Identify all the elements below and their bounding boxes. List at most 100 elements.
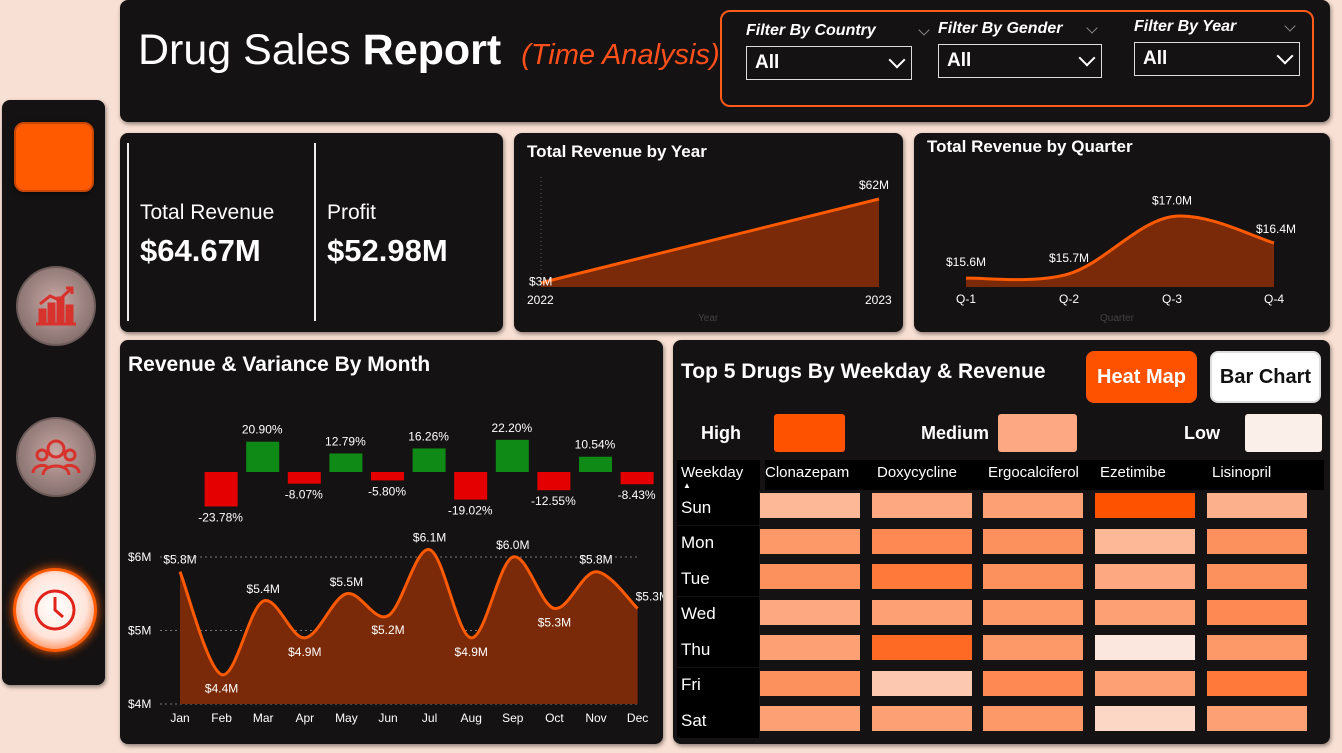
variance-bar xyxy=(246,441,280,472)
revenue-by-quarter-chart: Total Revenue by Quarter $15.6M Q-1 $15.7M… xyxy=(914,133,1330,332)
x-tick-label: 2023 xyxy=(865,293,892,307)
x-tick-label: Jul xyxy=(422,711,437,725)
heatmap-cell xyxy=(983,493,1083,518)
heatmap-cell xyxy=(872,599,972,625)
top-drugs-heatmap: Top 5 Drugs By Weekday & Revenue Heat Ma… xyxy=(673,340,1330,744)
x-tick-label: Sep xyxy=(502,711,524,725)
x-tick-label: Jan xyxy=(170,711,189,725)
x-tick-label: Q-4 xyxy=(1264,292,1284,306)
year-chart-svg: $3M 2022 $62M 2023 Year xyxy=(527,177,892,324)
nav-home-button[interactable] xyxy=(14,122,94,192)
data-label: $5.4M xyxy=(247,582,280,596)
divider xyxy=(314,143,316,321)
x-tick-label: Apr xyxy=(295,711,314,725)
data-label: $15.6M xyxy=(946,255,986,269)
heatmap-cell xyxy=(983,528,1083,554)
data-label: $62M xyxy=(859,178,889,192)
row-label: Sat xyxy=(677,703,759,738)
filters-panel: Filter By Country All Filter By Gender A… xyxy=(720,10,1314,107)
x-tick-label: May xyxy=(335,711,358,725)
variance-bar xyxy=(537,472,571,491)
heatmap-cell xyxy=(1095,706,1195,731)
title-normal: Drug Sales xyxy=(138,26,351,74)
heatmap-cell xyxy=(1095,599,1195,625)
data-label: $5.3M xyxy=(538,615,571,629)
nav-users-button[interactable] xyxy=(16,417,96,497)
variance-bar xyxy=(620,472,654,485)
row-label: Mon xyxy=(677,525,759,561)
title-subtitle: (Time Analysis) xyxy=(521,39,720,71)
data-label: $5.8M xyxy=(163,553,196,567)
bar-chart-button[interactable]: Bar Chart xyxy=(1210,351,1321,403)
variance-bar xyxy=(371,472,404,481)
profit-value: $52.98M xyxy=(327,233,448,268)
variance-label: 22.20% xyxy=(491,421,532,435)
x-tick-label: Oct xyxy=(545,711,564,725)
heatmap-cell xyxy=(760,528,860,554)
x-tick-label: Q-1 xyxy=(956,292,976,306)
variance-label: -12.55% xyxy=(531,494,576,508)
x-axis-label: Quarter xyxy=(1100,313,1135,324)
filter-year: Filter By Year All xyxy=(1134,18,1300,76)
data-label: $17.0M xyxy=(1152,194,1192,208)
data-label: $6.0M xyxy=(496,538,529,552)
filter-country-label: Filter By Country xyxy=(746,22,876,39)
revenue-variance-by-month-chart: Revenue & Variance By Month -23.78% 20.90… xyxy=(120,340,663,744)
chevron-down-icon xyxy=(1078,49,1096,67)
heatmap-cell xyxy=(872,635,972,660)
heatmap-cell xyxy=(983,706,1083,731)
nav-time-button[interactable] xyxy=(13,568,97,652)
data-label: $4.4M xyxy=(205,682,238,696)
users-icon xyxy=(31,439,81,476)
header: Drug Sales Report (Time Analysis) Filter… xyxy=(120,0,1330,122)
filter-gender-label: Filter By Gender xyxy=(938,20,1063,37)
heatmap-cell xyxy=(760,493,860,518)
row-label: Fri xyxy=(677,667,759,703)
x-tick-label: Aug xyxy=(461,711,482,725)
heatmap-cell xyxy=(1207,706,1307,731)
chevron-down-icon xyxy=(918,24,930,36)
variance-label: -19.02% xyxy=(448,504,493,518)
heatmap-cell xyxy=(872,564,972,589)
x-tick-label: Q-2 xyxy=(1059,292,1079,306)
heatmap-cell xyxy=(1207,670,1307,696)
row-label: Thu xyxy=(677,632,759,667)
heatmap-cell xyxy=(1095,670,1195,696)
filter-gender-select[interactable]: All xyxy=(938,44,1102,78)
row-label: Wed xyxy=(677,596,759,632)
chevron-down-icon xyxy=(1276,47,1294,65)
column-header: Doxycycline xyxy=(877,460,989,490)
legend-high-label: High xyxy=(701,423,741,443)
x-tick-label: Q-3 xyxy=(1162,292,1182,306)
column-header: Ergocalciferol xyxy=(988,460,1100,490)
y-tick-label: $4M xyxy=(128,697,151,711)
heatmap-cell xyxy=(983,670,1083,696)
heat-map-button[interactable]: Heat Map xyxy=(1086,351,1197,403)
filter-year-select[interactable]: All xyxy=(1134,42,1300,76)
data-label: $6.1M xyxy=(413,531,446,545)
heatmap-cell xyxy=(1207,599,1307,625)
legend-low-swatch xyxy=(1245,414,1322,452)
x-tick-label: Feb xyxy=(211,711,232,725)
nav-analytics-button[interactable] xyxy=(16,266,96,346)
heatmap-cell xyxy=(760,599,860,625)
heatmap-cell xyxy=(760,670,860,696)
divider xyxy=(127,143,129,321)
heatmap-cell xyxy=(872,493,972,518)
column-header: Lisinopril xyxy=(1212,460,1324,490)
filter-country-select[interactable]: All xyxy=(746,46,912,80)
legend-medium-swatch xyxy=(998,414,1077,452)
filter-country-value: All xyxy=(755,52,780,73)
x-tick-label: Dec xyxy=(627,711,648,725)
variance-bar xyxy=(287,472,321,484)
x-tick-label: Jun xyxy=(378,711,397,725)
title-bold: Report xyxy=(362,26,502,74)
filter-year-value: All xyxy=(1143,48,1168,69)
variance-bar xyxy=(204,472,238,507)
data-label: $4.9M xyxy=(455,645,488,659)
quarter-chart-svg: $15.6M Q-1 $15.7M Q-2 $17.0M Q-3 $16.4M Q-4 Quar… xyxy=(946,194,1296,324)
variance-label: 12.79% xyxy=(325,434,366,448)
x-tick-label: Nov xyxy=(585,711,606,725)
variance-bar xyxy=(454,472,488,500)
data-label: $5.8M xyxy=(579,553,612,567)
